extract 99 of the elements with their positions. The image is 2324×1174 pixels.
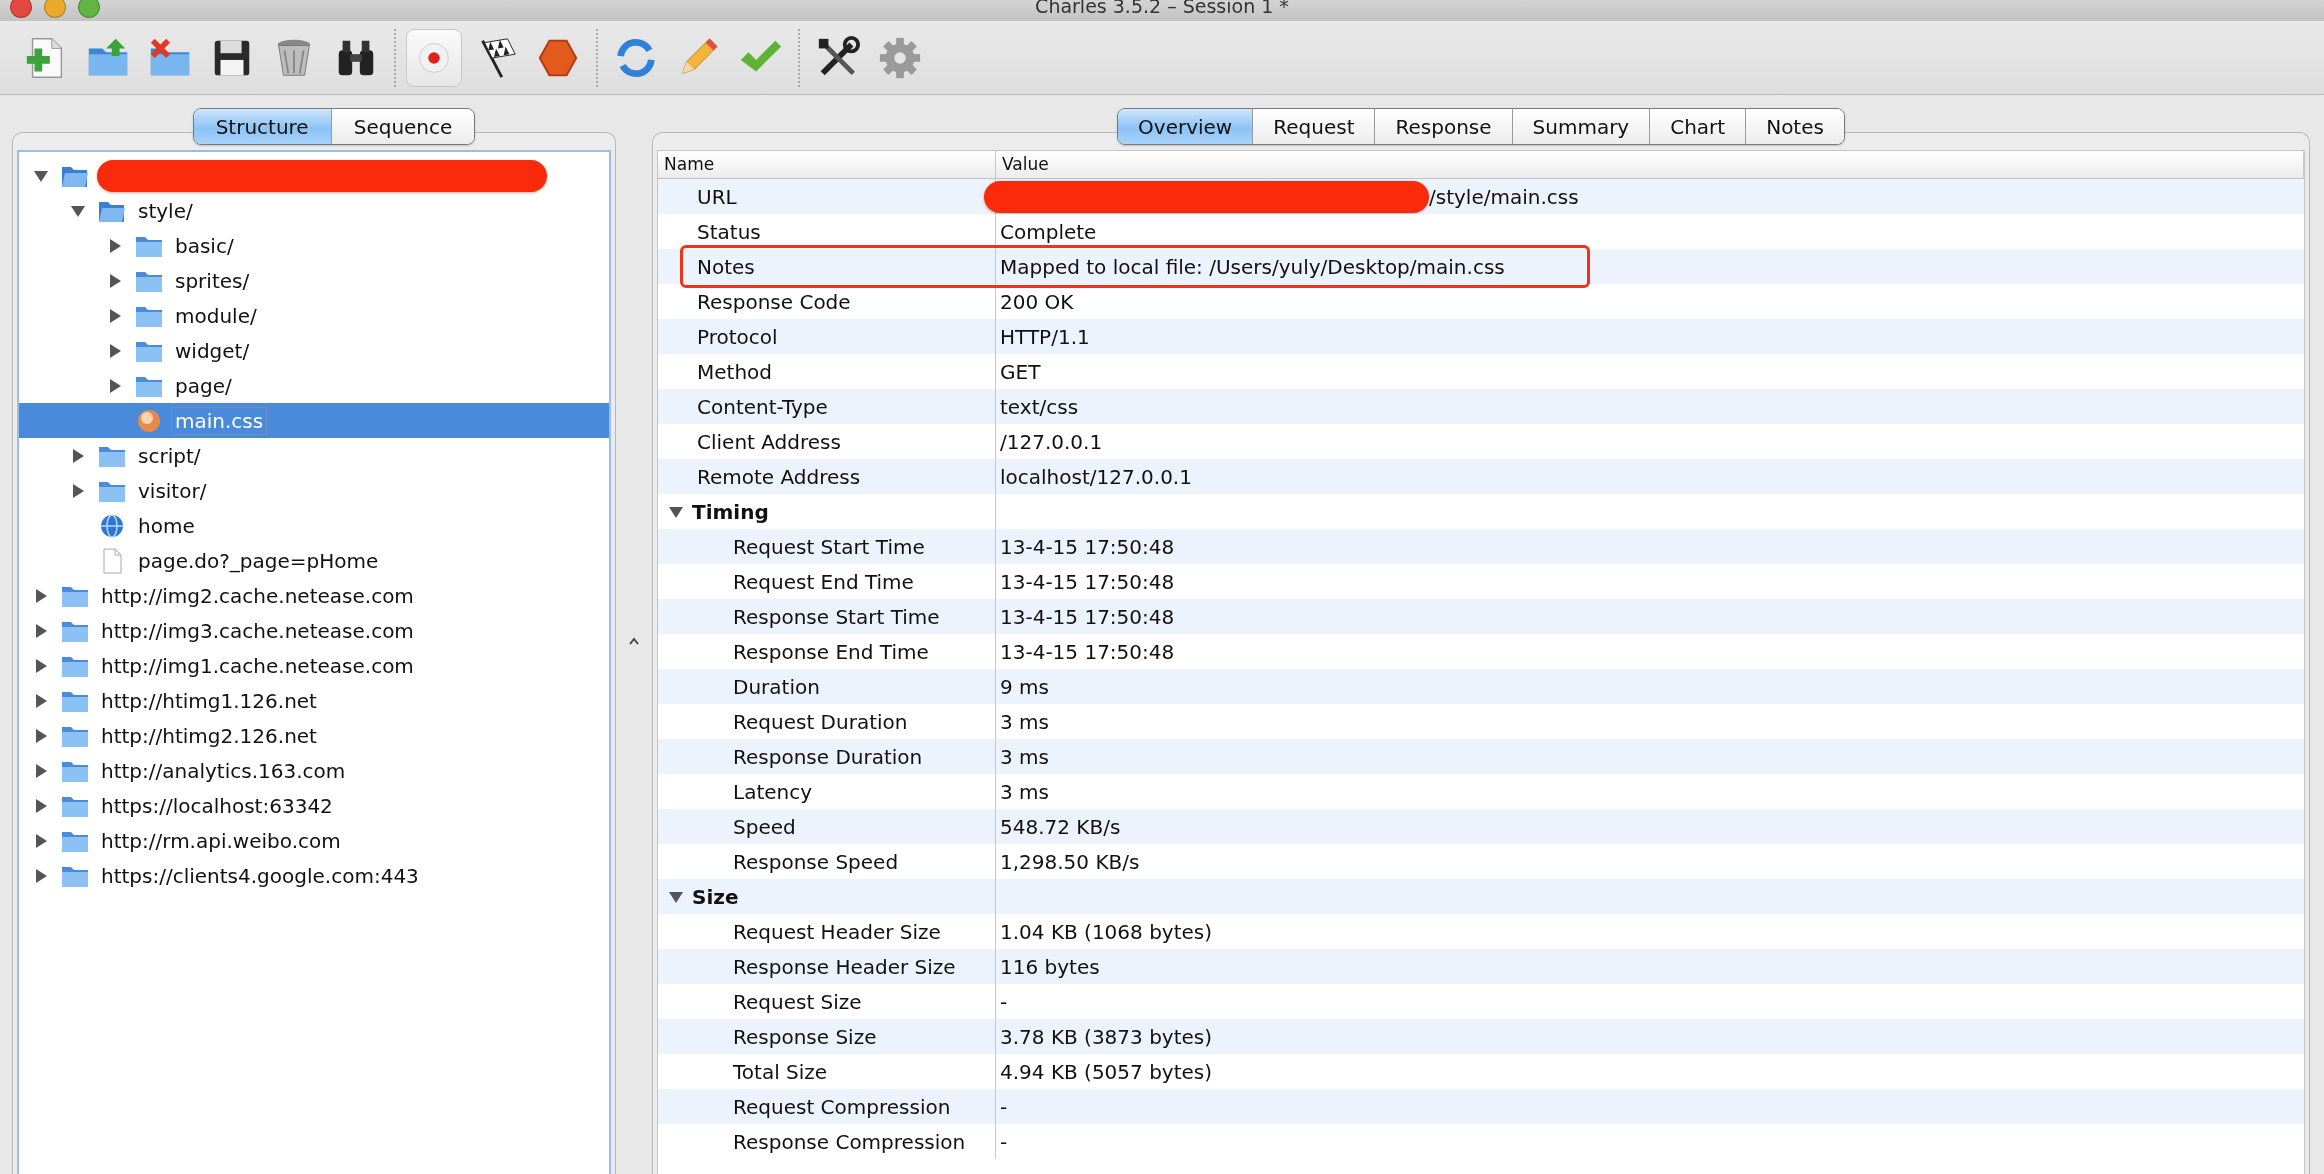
disclosure-triangle-icon[interactable] — [107, 342, 123, 359]
sphere-icon — [135, 407, 163, 434]
tree-label: http://htimg2.126.net — [100, 722, 318, 750]
value-cell-text: 13-4-15 17:50:48 — [999, 638, 1176, 666]
tree-label: page/ — [174, 372, 233, 400]
disclosure-triangle-icon[interactable] — [33, 727, 49, 744]
disclosure-triangle-icon[interactable] — [70, 482, 86, 499]
disclosure-triangle-icon[interactable] — [107, 377, 123, 394]
tab[interactable]: Chart — [1649, 109, 1746, 144]
value-cell-text: 4.94 KB (5057 bytes) — [999, 1058, 1214, 1086]
value-cell-text: 3 ms — [999, 708, 1050, 736]
value-cell-text: 3 ms — [999, 778, 1050, 806]
tab[interactable]: Response — [1374, 109, 1512, 144]
value-cell-text: 200 OK — [999, 288, 1075, 316]
tree-row[interactable]: basic/ — [19, 228, 609, 263]
tree-row[interactable]: https://clients4.google.com:443 — [19, 858, 609, 893]
value-cell-text: 13-4-15 17:50:48 — [999, 568, 1176, 596]
tree-row[interactable]: main.css — [19, 403, 609, 438]
tree-label: module/ — [174, 302, 258, 330]
tree-row[interactable]: module/ — [19, 298, 609, 333]
value-cell-text: text/css — [999, 393, 1080, 421]
tree-label: http://img3.cache.netease.com — [100, 617, 415, 645]
disclosure-triangle-icon[interactable] — [33, 692, 49, 709]
tree-row[interactable]: visitor/ — [19, 473, 609, 508]
tree-row[interactable]: http://htimg1.126.net — [19, 683, 609, 718]
disclosure-triangle-icon[interactable] — [33, 762, 49, 779]
tab[interactable]: Overview — [1118, 109, 1253, 144]
tree-label: script/ — [137, 442, 202, 470]
tree-row[interactable]: page.do?_page=pHome — [19, 543, 609, 578]
tree-row[interactable]: http://img2.cache.netease.com — [19, 578, 609, 613]
tree-row[interactable]: style/ — [19, 193, 609, 228]
disclosure-triangle-icon[interactable] — [107, 237, 123, 254]
value-cell-text: - — [999, 1128, 1009, 1156]
tree-label: widget/ — [174, 337, 251, 365]
globe-icon — [98, 512, 126, 539]
tree-label: http://htimg1.126.net — [100, 687, 318, 715]
value-cell-text: /127.0.0.1 — [999, 428, 1104, 456]
tree-row[interactable]: script/ — [19, 438, 609, 473]
tab[interactable]: Notes — [1745, 109, 1844, 144]
value-cell-text: 3.78 KB (3873 bytes) — [999, 1023, 1214, 1051]
window-button[interactable] — [10, 0, 32, 18]
column-header[interactable]: Value — [996, 151, 2304, 178]
name-cell: Response Compression — [658, 1124, 996, 1159]
tree-label: http://rm.api.weibo.com — [100, 827, 342, 855]
value-cell-text: 116 bytes — [999, 953, 1101, 981]
tree-label: home — [137, 512, 196, 540]
column-header[interactable]: Name — [658, 151, 996, 178]
disclosure-triangle-icon[interactable] — [33, 657, 49, 674]
tree-row[interactable]: page/ — [19, 368, 609, 403]
disclosure-triangle-icon[interactable] — [107, 307, 123, 324]
tree-label: basic/ — [174, 232, 235, 260]
value-cell-text: 1.04 KB (1068 bytes) — [999, 918, 1214, 946]
tree-label: https://localhost:63342 — [100, 792, 334, 820]
value-cell-text: localhost/127.0.0.1 — [999, 463, 1193, 491]
disclosure-triangle-icon[interactable] — [33, 622, 49, 639]
tree-row[interactable]: http://img1.cache.netease.com — [19, 648, 609, 683]
group-label: Size — [692, 884, 739, 909]
value-cell-text: 548.72 KB/s — [999, 813, 1122, 841]
value-cell-text: 3 ms — [999, 743, 1050, 771]
splitter-grip-icon[interactable] — [629, 637, 639, 645]
value-cell-text: 1,298.50 KB/s — [999, 848, 1141, 876]
tree-label: sprites/ — [174, 267, 251, 295]
value-cell-text: 9 ms — [999, 673, 1050, 701]
tree-label: main.css — [171, 406, 268, 435]
tree-label: https://clients4.google.com:443 — [100, 862, 420, 890]
tree-row[interactable]: http://rm.api.weibo.com — [19, 823, 609, 858]
tab[interactable]: Request — [1252, 109, 1375, 144]
tree-row[interactable]: http://htimg2.126.net — [19, 718, 609, 753]
tab[interactable]: Sequence — [330, 109, 475, 144]
tree-label: http://img1.cache.netease.com — [100, 652, 415, 680]
tree-row[interactable]: sprites/ — [19, 263, 609, 298]
disclosure-triangle-icon[interactable] — [33, 867, 49, 884]
disclosure-triangle-icon[interactable] — [33, 797, 49, 814]
group-label: Timing — [692, 499, 769, 524]
value-cell-text: GET — [999, 358, 1042, 386]
tree-label: visitor/ — [137, 477, 208, 505]
value-cell-text: - — [999, 988, 1009, 1016]
value-cell-text: Complete — [999, 218, 1098, 246]
value-cell: /style/main.css — [1429, 184, 1579, 209]
tree-label: http://img2.cache.netease.com — [100, 582, 415, 610]
value-cell-text: HTTP/1.1 — [999, 323, 1091, 351]
tab[interactable]: Summary — [1511, 109, 1650, 144]
disclosure-triangle-icon[interactable] — [70, 447, 86, 464]
disclosure-triangle-icon[interactable] — [33, 587, 49, 604]
tree-row[interactable]: widget/ — [19, 333, 609, 368]
tree-label: style/ — [137, 197, 194, 225]
tree-row[interactable]: http://analytics.163.com — [19, 753, 609, 788]
tree-label: page.do?_page=pHome — [137, 547, 380, 575]
value-cell-text: 13-4-15 17:50:48 — [999, 533, 1176, 561]
disclosure-triangle-icon[interactable] — [107, 272, 123, 289]
tree-row[interactable]: home — [19, 508, 609, 543]
tree-label: http://analytics.163.com — [100, 757, 347, 785]
value-cell-text: Mapped to local file: /Users/yuly/Desktop/main.css — [999, 253, 1506, 281]
value-cell-text: 13-4-15 17:50:48 — [999, 603, 1176, 631]
tab[interactable]: Structure — [193, 109, 331, 144]
value-cell-text: - — [999, 1093, 1009, 1121]
tree-row[interactable]: https://localhost:63342 — [19, 788, 609, 823]
tree-row[interactable]: http://img3.cache.netease.com — [19, 613, 609, 648]
disclosure-triangle-icon[interactable] — [33, 832, 49, 849]
